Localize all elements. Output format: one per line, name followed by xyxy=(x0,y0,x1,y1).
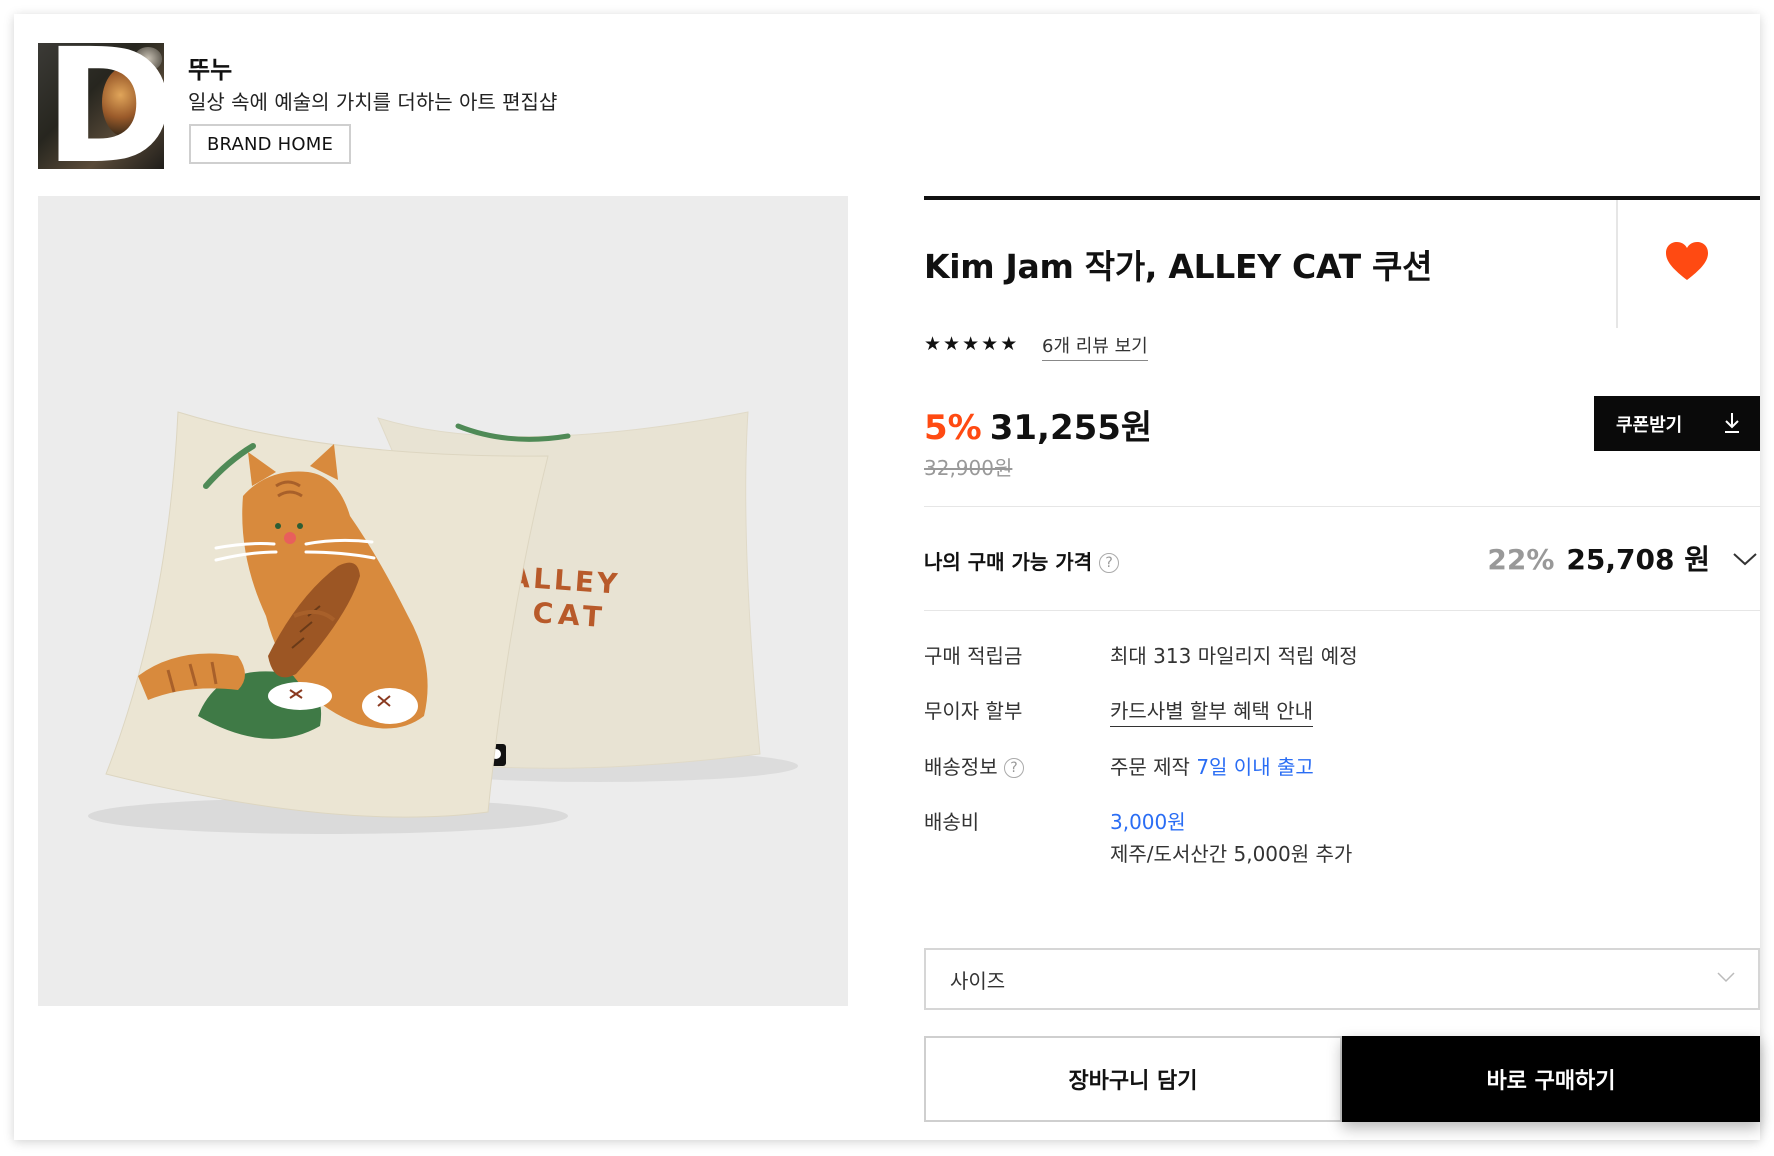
coupon-button-label: 쿠폰받기 xyxy=(1616,414,1683,436)
star-icon: ★ xyxy=(981,333,999,355)
brand-logo-letter: D xyxy=(44,43,164,169)
divider xyxy=(924,610,1760,611)
discount-rate: 5% xyxy=(924,408,982,448)
cushion-illustration: ALLEY CAT xyxy=(88,411,798,834)
fee-label: 배송비 xyxy=(924,810,980,834)
buy-now-button[interactable]: 바로 구매하기 xyxy=(1342,1036,1760,1122)
installment-label: 무이자 할부 xyxy=(924,699,1023,723)
brand-logo[interactable]: D xyxy=(38,43,164,169)
sale-price: 31,255원 xyxy=(989,408,1153,448)
star-icon: ★ xyxy=(962,333,980,355)
my-price-label: 나의 구매 가능 가격 ? xyxy=(924,546,1120,575)
divider xyxy=(924,506,1760,507)
help-icon[interactable]: ? xyxy=(1099,553,1120,573)
add-to-cart-button[interactable]: 장바구니 담기 xyxy=(924,1036,1342,1122)
product-title: Kim Jam 작가, ALLEY CAT 쿠션 xyxy=(924,247,1433,286)
review-link[interactable]: 6개 리뷰 보기 xyxy=(1042,332,1148,361)
pillow-text-cat: CAT xyxy=(532,596,608,634)
points-value: 최대 313 마일리지 적립 예정 xyxy=(1110,644,1358,668)
size-select-placeholder: 사이즈 xyxy=(950,968,1006,993)
product-image[interactable]: ALLEY CAT xyxy=(38,196,848,1006)
my-discount-rate: 22% xyxy=(1487,543,1555,576)
chevron-down-icon[interactable] xyxy=(1732,550,1758,568)
shipping-prefix: 주문 제작 xyxy=(1110,755,1190,779)
price-row: 5% 31,255원 xyxy=(924,400,1152,449)
my-price[interactable]: 22% 25,708 원 xyxy=(1487,538,1710,578)
my-price-amount: 25,708 원 xyxy=(1566,538,1710,578)
rating-stars: ★ ★ ★ ★ ★ xyxy=(924,334,1017,354)
fee-value: 3,000원 xyxy=(1110,810,1186,834)
fee-extra: 제주/도서산간 5,000원 추가 xyxy=(1110,842,1353,866)
brand-name[interactable]: 뚜누 xyxy=(188,50,232,85)
wishlist-heart-icon[interactable] xyxy=(1664,240,1710,282)
star-icon: ★ xyxy=(924,333,942,355)
my-price-number: 25,708 xyxy=(1566,543,1675,576)
shipping-value: 주문 제작 7일 이내 출고 xyxy=(1110,751,1314,780)
star-icon: ★ xyxy=(1000,333,1018,355)
star-icon: ★ xyxy=(943,333,961,355)
points-label: 구매 적립금 xyxy=(924,644,1023,668)
title-divider xyxy=(1616,200,1618,328)
shipping-label-text: 배송정보 xyxy=(924,755,998,779)
my-price-label-text: 나의 구매 가능 가격 xyxy=(924,550,1093,574)
my-price-unit: 원 xyxy=(1684,543,1710,576)
shipping-label: 배송정보 ? xyxy=(924,751,1024,780)
brand-description: 일상 속에 예술의 가치를 더하는 아트 편집샵 xyxy=(188,90,558,114)
download-icon xyxy=(1725,413,1739,433)
chevron-down-icon xyxy=(1717,972,1735,983)
title-top-rule xyxy=(924,196,1760,200)
original-price: 32,900원 xyxy=(924,456,1013,480)
installment-link[interactable]: 카드사별 할부 혜택 안내 xyxy=(1110,695,1314,727)
size-select[interactable]: 사이즈 xyxy=(924,948,1760,1010)
shipping-highlight: 7일 이내 출고 xyxy=(1196,755,1314,779)
coupon-button[interactable]: 쿠폰받기 xyxy=(1594,396,1760,451)
help-icon[interactable]: ? xyxy=(1003,758,1024,778)
brand-home-button[interactable]: BRAND HOME xyxy=(189,124,351,164)
